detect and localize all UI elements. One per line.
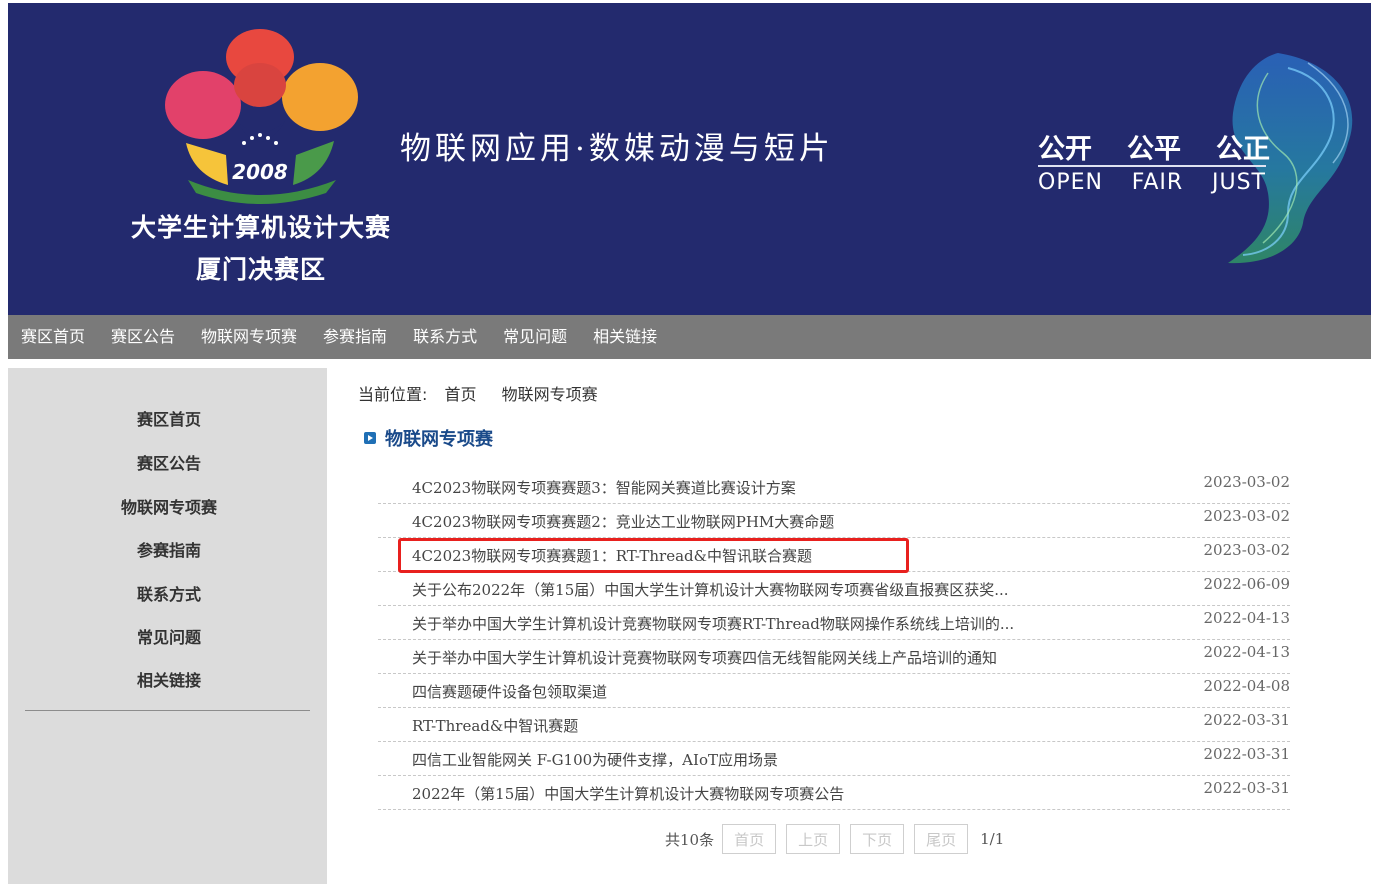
- news-title-link[interactable]: RT-Thread&中智讯赛题: [412, 715, 578, 736]
- topnav-item-iot-contest[interactable]: 物联网专项赛: [188, 315, 310, 359]
- values-en: OPEN FAIR JUST: [1038, 170, 1266, 195]
- sidebar-item-home[interactable]: 赛区首页: [8, 406, 330, 430]
- news-title-link[interactable]: 4C2023物联网专项赛赛题2：竞业达工业物联网PHM大赛命题: [412, 511, 834, 532]
- contest-logo-icon: 2008: [165, 29, 358, 204]
- logo-subtitle: 厦门决赛区: [195, 255, 326, 284]
- section-header: 物联网专项赛: [364, 425, 493, 451]
- news-title-link[interactable]: 关于公布2022年（第15届）中国大学生计算机设计大赛物联网专项赛省级直报赛区获…: [412, 579, 1009, 600]
- topnav-item-faq[interactable]: 常见问题: [490, 315, 580, 359]
- topnav-item-guide[interactable]: 参赛指南: [310, 315, 400, 359]
- news-date: 2023-03-02: [1203, 473, 1290, 491]
- news-date: 2023-03-02: [1203, 541, 1290, 559]
- value-fair-cn: 公平: [1127, 134, 1181, 165]
- news-date: 2022-04-13: [1203, 609, 1290, 627]
- news-row: 关于公布2022年（第15届）中国大学生计算机设计大赛物联网专项赛省级直报赛区获…: [378, 572, 1290, 606]
- news-title-link[interactable]: 2022年（第15届）中国大学生计算机设计大赛物联网专项赛公告: [412, 783, 844, 804]
- news-title-link[interactable]: 4C2023物联网专项赛赛题1：RT-Thread&中智讯联合赛题: [412, 545, 812, 566]
- section-title: 物联网专项赛: [385, 429, 493, 450]
- news-title-link[interactable]: 关于举办中国大学生计算机设计竞赛物联网专项赛RT-Thread物联网操作系统线上…: [412, 613, 1014, 634]
- sidebar-item-faq[interactable]: 常见问题: [8, 624, 330, 648]
- value-just-en: JUST: [1211, 170, 1266, 195]
- value-open-en: OPEN: [1038, 170, 1103, 195]
- sidebar: 赛区首页 赛区公告 物联网专项赛 参赛指南 联系方式 常见问题 相关链接: [8, 368, 327, 884]
- svg-text:2008: 2008: [232, 160, 288, 184]
- news-title-link[interactable]: 四信赛题硬件设备包领取渠道: [412, 681, 607, 702]
- topnav-item-notices[interactable]: 赛区公告: [98, 315, 188, 359]
- breadcrumb-home-link[interactable]: 首页: [445, 385, 477, 404]
- news-row: 关于举办中国大学生计算机设计竞赛物联网专项赛四信无线智能网关线上产品培训的通知 …: [378, 640, 1290, 674]
- news-date: 2022-04-13: [1203, 643, 1290, 661]
- breadcrumb: 当前位置: 首页 物联网专项赛: [358, 381, 618, 405]
- arrow-square-icon: [364, 432, 376, 444]
- values-cn: 公开 公平 公正: [1038, 127, 1270, 166]
- breadcrumb-current[interactable]: 物联网专项赛: [502, 385, 598, 404]
- news-row: 4C2023物联网专项赛赛题1：RT-Thread&中智讯联合赛题 2023-0…: [378, 538, 1290, 572]
- sidebar-item-guide[interactable]: 参赛指南: [8, 537, 330, 561]
- news-date: 2022-03-31: [1203, 745, 1290, 763]
- first-page-button[interactable]: 首页: [722, 824, 777, 854]
- sidebar-item-iot-contest[interactable]: 物联网专项赛: [8, 494, 330, 518]
- pagination: 共10条 首页 上页 下页 尾页 1/1: [665, 824, 1004, 854]
- value-just-cn: 公正: [1216, 134, 1270, 165]
- next-page-button[interactable]: 下页: [850, 824, 905, 854]
- news-row: 4C2023物联网专项赛赛题3：智能网关赛道比赛设计方案 2023-03-02: [378, 470, 1290, 504]
- values-divider: [1038, 165, 1266, 167]
- news-row: 4C2023物联网专项赛赛题2：竞业达工业物联网PHM大赛命题 2023-03-…: [378, 504, 1290, 538]
- prev-page-button[interactable]: 上页: [786, 824, 841, 854]
- breadcrumb-label: 当前位置:: [358, 385, 428, 404]
- news-date: 2023-03-02: [1203, 507, 1290, 525]
- news-title-link[interactable]: 关于举办中国大学生计算机设计竞赛物联网专项赛四信无线智能网关线上产品培训的通知: [412, 647, 997, 668]
- sidebar-item-links[interactable]: 相关链接: [8, 667, 330, 691]
- news-row: 四信工业智能网关 F-G100为硬件支撑，AIoT应用场景 2022-03-31: [378, 742, 1290, 776]
- value-fair-en: FAIR: [1131, 170, 1184, 195]
- logo-title: 大学生计算机设计大赛: [130, 213, 391, 242]
- pagination-count: 1/1: [980, 830, 1005, 848]
- topnav-item-home[interactable]: 赛区首页: [8, 315, 98, 359]
- news-row: 关于举办中国大学生计算机设计竞赛物联网专项赛RT-Thread物联网操作系统线上…: [378, 606, 1290, 640]
- news-list: 4C2023物联网专项赛赛题3：智能网关赛道比赛设计方案 2023-03-02 …: [378, 470, 1290, 810]
- news-row: 2022年（第15届）中国大学生计算机设计大赛物联网专项赛公告 2022-03-…: [378, 776, 1290, 810]
- topnav-item-contact[interactable]: 联系方式: [400, 315, 490, 359]
- top-navigation: 赛区首页 赛区公告 物联网专项赛 参赛指南 联系方式 常见问题 相关链接: [8, 315, 1371, 359]
- news-row: RT-Thread&中智讯赛题 2022-03-31: [378, 708, 1290, 742]
- value-open-cn: 公开: [1038, 134, 1092, 165]
- sidebar-item-notices[interactable]: 赛区公告: [8, 450, 330, 474]
- news-date: 2022-06-09: [1203, 575, 1290, 593]
- news-title-link[interactable]: 4C2023物联网专项赛赛题3：智能网关赛道比赛设计方案: [412, 477, 796, 498]
- news-date: 2022-04-08: [1203, 677, 1290, 695]
- banner-slogan: 物联网应用·数媒动漫与短片: [400, 131, 834, 167]
- news-title-link[interactable]: 四信工业智能网关 F-G100为硬件支撑，AIoT应用场景: [412, 749, 778, 770]
- sidebar-divider: [25, 710, 310, 711]
- pagination-total: 共10条: [665, 830, 715, 849]
- news-date: 2022-03-31: [1203, 711, 1290, 729]
- sidebar-item-contact[interactable]: 联系方式: [8, 581, 330, 605]
- topnav-item-links[interactable]: 相关链接: [580, 315, 670, 359]
- last-page-button[interactable]: 尾页: [914, 824, 969, 854]
- news-date: 2022-03-31: [1203, 779, 1290, 797]
- header-banner: 2008 大学生计算机设计大赛 厦门决赛区 物联网应用·数媒动漫与短片 公开 公…: [8, 3, 1371, 315]
- news-row: 四信赛题硬件设备包领取渠道 2022-04-08: [378, 674, 1290, 708]
